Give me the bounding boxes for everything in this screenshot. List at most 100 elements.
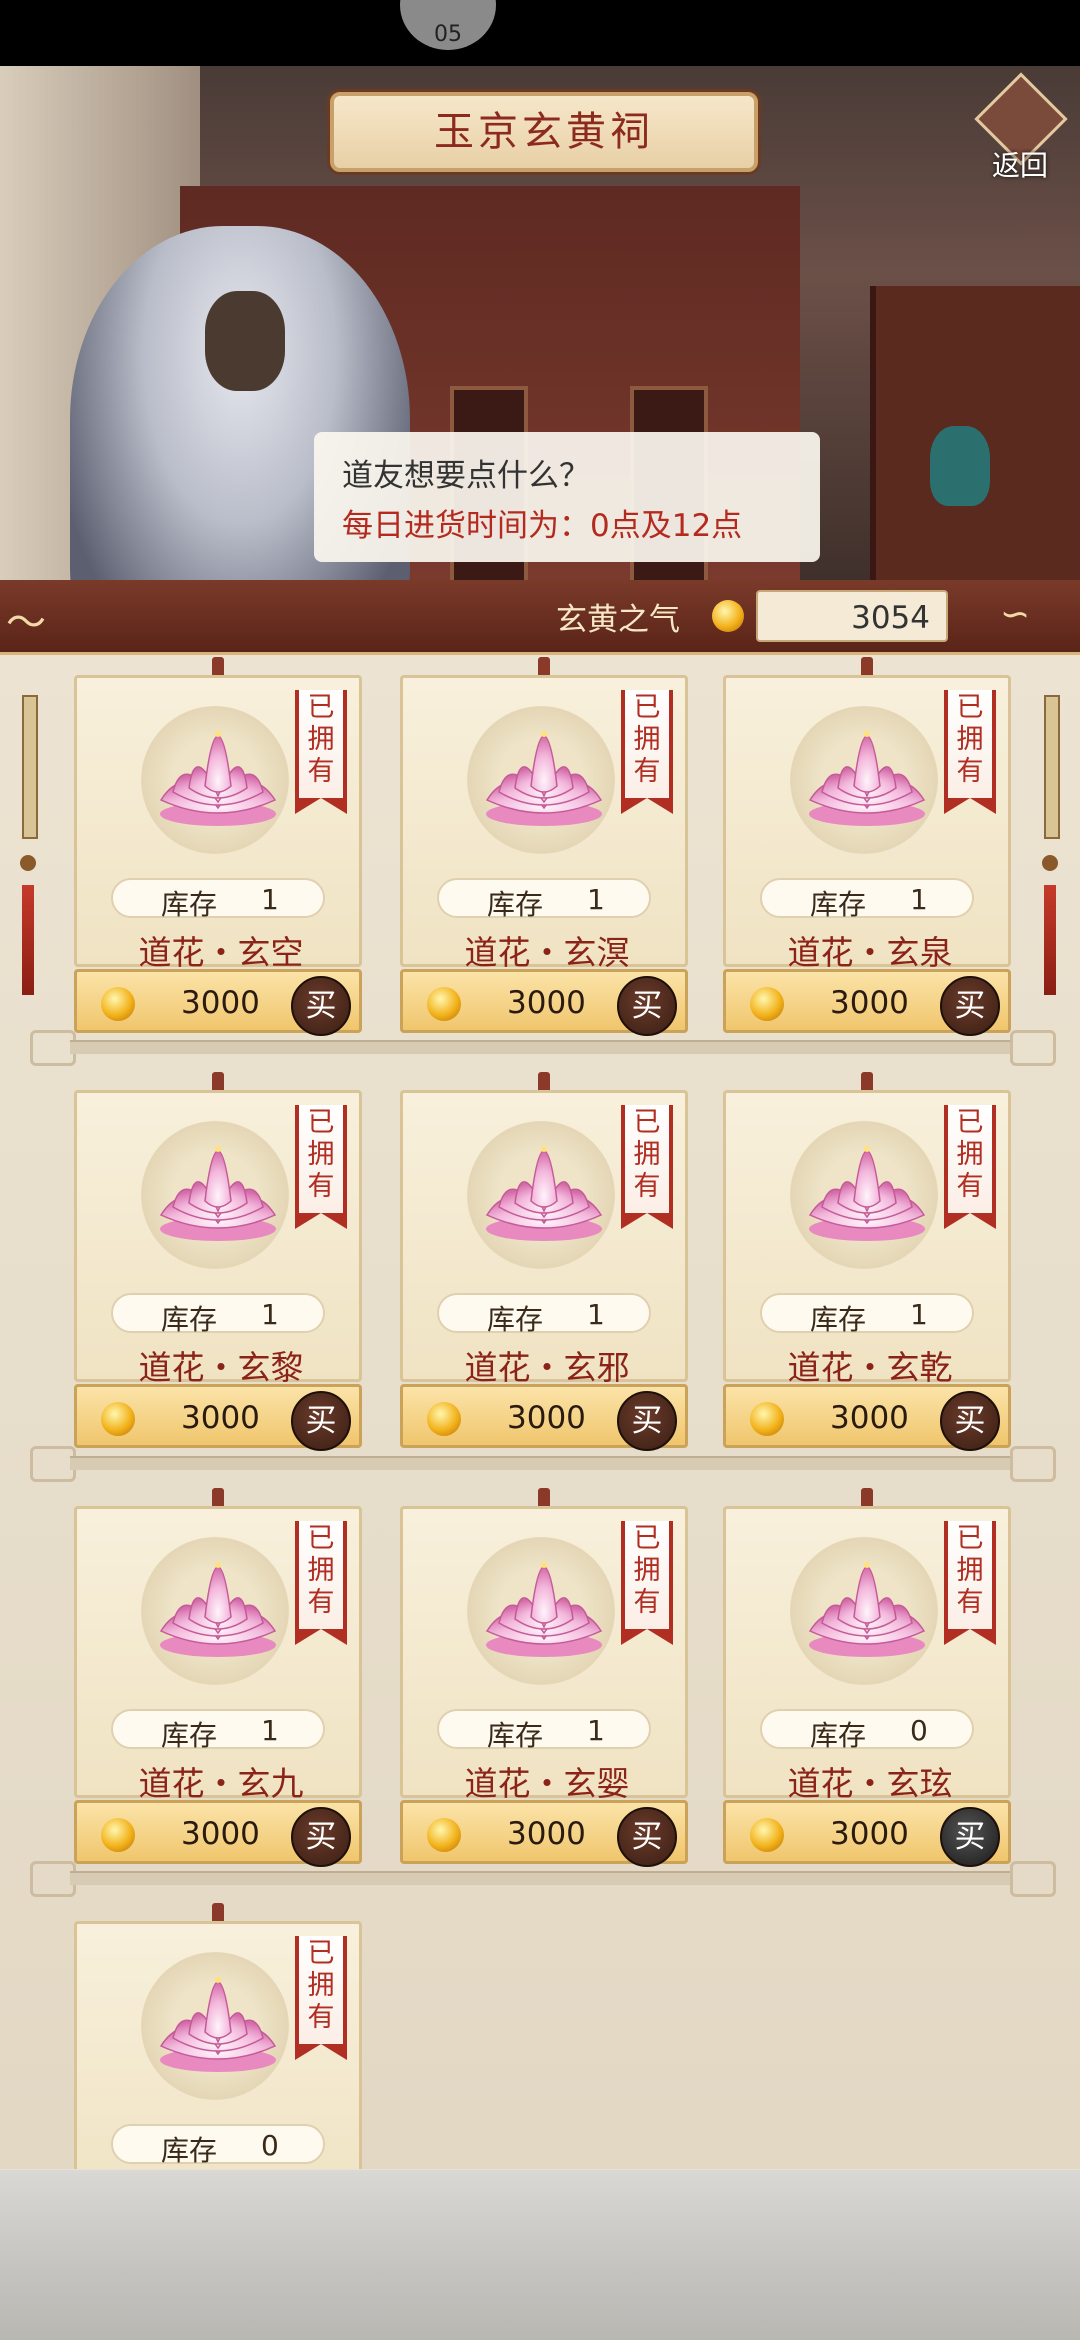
item-card-body: 已拥有库存 1 道花・玄空 bbox=[74, 675, 362, 972]
buy-button[interactable]: 买 bbox=[940, 976, 1000, 1036]
stock-value: 1 bbox=[261, 1298, 279, 1331]
item-card-body: 已拥有库存 1 道花・玄邪 bbox=[400, 1090, 688, 1387]
owned-badge: 已拥有 bbox=[944, 1105, 996, 1229]
item-price: 3000 bbox=[507, 1816, 586, 1852]
lotus-icon bbox=[808, 1562, 926, 1657]
item-image bbox=[155, 1137, 281, 1247]
lotus-icon bbox=[485, 1146, 603, 1241]
tassel-ornament-right bbox=[1040, 695, 1060, 995]
buy-button[interactable]: 买 bbox=[291, 1807, 351, 1867]
fire-coin-icon bbox=[101, 987, 135, 1021]
stock-pill: 库存 1 bbox=[111, 878, 325, 921]
shop-item-card[interactable]: 已拥有库存 1 道花・玄黎 3000 买 bbox=[74, 1072, 362, 1451]
price-bar: 3000 买 bbox=[723, 969, 1011, 1036]
stock-label: 库存 bbox=[810, 1303, 867, 1336]
shop-grid[interactable]: 已拥有库存 1 道花・玄空 3000 买已拥有库存 1 道花・玄溟 3000 买已拥有库存 1 道花… bbox=[0, 655, 1080, 2169]
item-name: 道花・玄空 bbox=[138, 933, 304, 972]
stock-value: 0 bbox=[261, 2129, 279, 2162]
item-name: 道花・玄黎 bbox=[138, 1348, 304, 1387]
bottom-mist bbox=[0, 2170, 1080, 2340]
stock-value: 1 bbox=[910, 883, 928, 916]
price-bar: 3000 买 bbox=[400, 969, 688, 1036]
stock-value: 1 bbox=[910, 1298, 928, 1331]
stock-pill: 库存 1 bbox=[760, 878, 974, 921]
shelf-rail bbox=[30, 1028, 1056, 1066]
stock-label: 库存 bbox=[810, 888, 867, 921]
buy-button[interactable]: 买 bbox=[617, 1391, 677, 1451]
shop-item-card[interactable]: 已拥有库存 1 道花・玄乾 3000 买 bbox=[723, 1072, 1011, 1451]
lotus-icon bbox=[808, 1146, 926, 1241]
stock-label: 库存 bbox=[161, 2134, 218, 2167]
stock-label: 库存 bbox=[810, 1719, 867, 1752]
stock-value: 1 bbox=[261, 1714, 279, 1747]
buy-button[interactable]: 买 bbox=[940, 1807, 1000, 1867]
page-title: 玉京玄黄祠 bbox=[330, 92, 758, 172]
back-button[interactable]: 返回 bbox=[972, 72, 1068, 190]
buy-button[interactable]: 买 bbox=[617, 1807, 677, 1867]
item-card-body: 已拥有库存 1 道花・玄九 bbox=[74, 1506, 362, 1803]
item-price: 3000 bbox=[830, 1400, 909, 1436]
stock-pill: 库存 0 bbox=[760, 1709, 974, 1752]
stock-label: 库存 bbox=[161, 888, 218, 921]
stock-label: 库存 bbox=[487, 1719, 544, 1752]
stock-label: 库存 bbox=[487, 888, 544, 921]
item-name: 道花・玄玹 bbox=[787, 1764, 953, 1803]
shelf-rail bbox=[30, 1859, 1056, 1897]
shop-item-card[interactable]: 已拥有库存 0 道花・玄玹 3000 买 bbox=[723, 1488, 1011, 1867]
item-image bbox=[481, 722, 607, 832]
shop-item-card[interactable]: 已拥有库存 1 道花・玄婴 3000 买 bbox=[400, 1488, 688, 1867]
stock-pill: 库存 1 bbox=[111, 1293, 325, 1336]
stock-pill: 库存 0 bbox=[111, 2124, 325, 2167]
price-bar: 3000 买 bbox=[400, 1384, 688, 1451]
item-card-body: 已拥有库存 0 道花・玄玹 bbox=[723, 1506, 1011, 1803]
stock-value: 1 bbox=[587, 1298, 605, 1331]
owned-badge: 已拥有 bbox=[944, 690, 996, 814]
item-image bbox=[481, 1553, 607, 1663]
fire-coin-icon bbox=[750, 987, 784, 1021]
npc-dialog: 道友想要点什么？ 每日进货时间为：0点及12点 bbox=[314, 432, 820, 562]
price-bar: 3000 买 bbox=[74, 1384, 362, 1451]
item-card-body: 已拥有库存 1 道花・玄婴 bbox=[400, 1506, 688, 1803]
owned-badge: 已拥有 bbox=[295, 1105, 347, 1229]
tassel-ornament-left bbox=[18, 695, 38, 995]
item-name: 道花・玄乾 bbox=[787, 1348, 953, 1387]
shop-item-card[interactable]: 已拥有库存 1 道花・玄九 3000 买 bbox=[74, 1488, 362, 1867]
price-bar: 3000 买 bbox=[723, 1384, 1011, 1451]
item-name: 道花・玄邪 bbox=[464, 1348, 630, 1387]
cloud-ornament-icon: ∽ bbox=[1000, 594, 1031, 635]
item-price: 3000 bbox=[507, 985, 586, 1021]
stock-pill: 库存 1 bbox=[437, 878, 651, 921]
stock-pill: 库存 1 bbox=[437, 1293, 651, 1336]
item-image bbox=[804, 1553, 930, 1663]
item-name: 道花・玄婴 bbox=[464, 1764, 630, 1803]
shop-item-card[interactable]: 已拥有库存 1 道花・玄溟 3000 买 bbox=[400, 657, 688, 1036]
lotus-icon bbox=[159, 1977, 277, 2072]
owned-badge: 已拥有 bbox=[621, 1521, 673, 1645]
shop-item-card[interactable]: 已拥有库存 0 bbox=[74, 1903, 362, 2169]
shop-item-card[interactable]: 已拥有库存 1 道花・玄邪 3000 买 bbox=[400, 1072, 688, 1451]
owned-badge: 已拥有 bbox=[621, 1105, 673, 1229]
lotus-icon bbox=[159, 1562, 277, 1657]
item-image bbox=[804, 1137, 930, 1247]
buy-button[interactable]: 买 bbox=[291, 976, 351, 1036]
status-bar: 05 bbox=[0, 0, 1080, 66]
buy-button[interactable]: 买 bbox=[291, 1391, 351, 1451]
npc-mask-face bbox=[205, 291, 285, 391]
stock-value: 0 bbox=[910, 1714, 928, 1747]
lotus-icon bbox=[808, 731, 926, 826]
item-image bbox=[155, 1553, 281, 1663]
currency-label: 玄黄之气 bbox=[556, 602, 680, 638]
stock-pill: 库存 1 bbox=[760, 1293, 974, 1336]
owned-badge: 已拥有 bbox=[295, 1936, 347, 2060]
status-indicator: 05 bbox=[400, 0, 496, 50]
fire-coin-icon bbox=[712, 600, 744, 632]
item-price: 3000 bbox=[830, 1816, 909, 1852]
shelf-rail bbox=[30, 1444, 1056, 1482]
buy-button[interactable]: 买 bbox=[617, 976, 677, 1036]
stock-value: 1 bbox=[587, 1714, 605, 1747]
buy-button[interactable]: 买 bbox=[940, 1391, 1000, 1451]
shop-item-card[interactable]: 已拥有库存 1 道花・玄泉 3000 买 bbox=[723, 657, 1011, 1036]
stock-pill: 库存 1 bbox=[111, 1709, 325, 1752]
item-price: 3000 bbox=[181, 1400, 260, 1436]
shop-item-card[interactable]: 已拥有库存 1 道花・玄空 3000 买 bbox=[74, 657, 362, 1036]
